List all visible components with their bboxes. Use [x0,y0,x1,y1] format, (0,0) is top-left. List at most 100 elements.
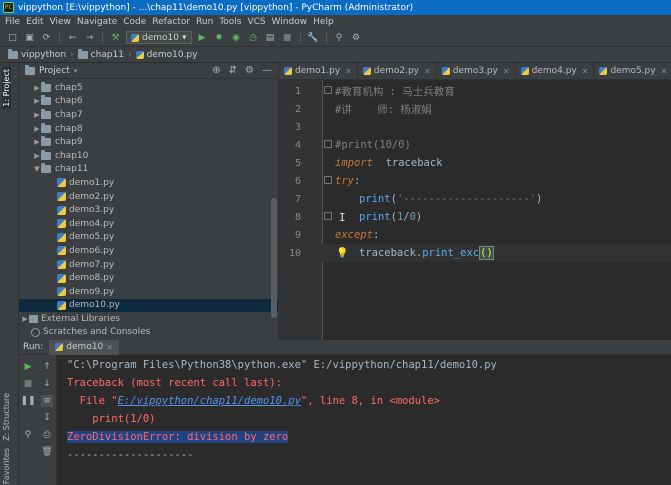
tree-folder-chap10[interactable]: ▶ chap10 [19,149,278,163]
code-line-3: 3 [279,118,671,136]
structure-tool-button[interactable]: Z: Structure [2,393,11,441]
chevron-down-icon[interactable]: ▼ [33,165,41,173]
tree-file-demo6[interactable]: demo6.py [19,244,278,258]
breadcrumb-item-vippython[interactable]: vippython [8,48,66,60]
fold-marker-icon[interactable] [324,140,332,148]
run-coverage-icon[interactable]: ◉ [230,31,243,44]
tree-file-demo4[interactable]: demo4.py [19,217,278,231]
open-folder-icon[interactable]: □ [6,31,19,44]
menu-code[interactable]: Code [120,17,149,27]
profile-icon[interactable]: ◷ [247,31,260,44]
trash-icon[interactable]: 🗑 [41,446,53,458]
tree-file-demo7[interactable]: demo7.py [19,258,278,272]
tree-scratches[interactable]: Scratches and Consoles [19,326,278,340]
fold-marker-icon[interactable] [324,212,332,220]
collapse-all-icon[interactable]: ⇵ [229,65,237,76]
tab-demo2[interactable]: demo2.py ✕ [358,63,437,79]
tab-demo1[interactable]: demo1.py ✕ [279,63,358,79]
run-tab-demo10[interactable]: demo10 ✕ [49,339,119,355]
tree-file-demo2[interactable]: demo2.py [19,190,278,204]
close-icon[interactable]: ✕ [106,343,113,352]
menu-edit[interactable]: Edit [23,17,46,27]
scroll-to-end-icon[interactable]: ↧ [41,412,53,424]
chevron-right-icon[interactable]: ▶ [33,111,41,119]
tree-folder-chap6[interactable]: ▶ chap6 [19,95,278,109]
tree-external-libraries[interactable]: ▶ External Libraries [19,312,278,326]
scroll-up-icon[interactable]: ↑ [41,361,53,373]
menu-view[interactable]: View [47,17,74,27]
vcs-icon[interactable]: ⚙ [350,31,363,44]
fold-marker-icon[interactable] [324,86,332,94]
console-output[interactable]: "C:\Program Files\Python38\python.exe" E… [59,355,671,485]
tab-demo5[interactable]: demo5.py ✕ [594,63,671,79]
soft-wrap-icon[interactable]: ≡ [41,395,53,407]
tab-demo4[interactable]: demo4.py ✕ [516,63,595,79]
hide-panel-icon[interactable]: — [262,65,272,76]
chevron-right-icon[interactable]: ▶ [33,84,41,92]
tree-file-demo9[interactable]: demo9.py [19,285,278,299]
chevron-right-icon[interactable]: ▶ [33,152,41,160]
project-tool-button[interactable]: 1: Project [2,67,11,109]
tree-folder-chap7[interactable]: ▶ chap7 [19,108,278,122]
tree-folder-chap9[interactable]: ▶ chap9 [19,135,278,149]
search-icon[interactable]: ⚲ [333,31,346,44]
gear-icon[interactable]: ⚙ [245,65,254,76]
tree-folder-chap5[interactable]: ▶ chap5 [19,81,278,95]
tree-folder-chap11[interactable]: ▼ chap11 [19,163,278,177]
pin-icon[interactable]: ⚲ [22,429,34,441]
tab-demo3[interactable]: demo3.py ✕ [437,63,516,79]
concurrency-icon[interactable]: ▤ [264,31,277,44]
sync-icon[interactable]: ⟳ [40,31,53,44]
console-file-link[interactable]: E:/vippython/chap11/demo10.py [118,395,301,407]
close-icon[interactable]: ✕ [582,67,589,76]
menu-file[interactable]: File [2,17,23,27]
menu-refactor[interactable]: Refactor [149,17,193,27]
back-arrow-icon[interactable]: ← [66,31,79,44]
tree-file-demo8[interactable]: demo8.py [19,271,278,285]
chevron-right-icon[interactable]: ▶ [33,97,41,105]
menu-navigate[interactable]: Navigate [74,17,120,27]
tree-folder-chap8[interactable]: ▶ chap8 [19,122,278,136]
run-config-select[interactable]: demo10 ▾ [126,31,192,44]
builtin-print: print [359,211,391,223]
chevron-down-icon[interactable]: ▾ [74,67,78,75]
menu-tools[interactable]: Tools [216,17,244,27]
run-icon[interactable]: ▶ [196,31,209,44]
code-editor[interactable]: demo1.py ✕ demo2.py ✕ demo3.py ✕ demo4.py ✕ … [278,63,671,340]
rerun-icon[interactable]: ▶ [22,361,34,373]
breadcrumb-item-chap11[interactable]: chap11 [77,48,124,60]
favorites-tool-button[interactable]: 2: Favorites [2,448,11,485]
tree-file-demo10[interactable]: demo10.py [19,298,278,313]
debug-icon[interactable]: ✸ [213,31,226,44]
chevron-right-icon[interactable]: ▶ [33,125,41,133]
stop-icon[interactable]: ■ [281,31,294,44]
settings-wrench-icon[interactable]: 🔧 [307,31,320,44]
stop-icon[interactable]: ■ [22,378,34,390]
console-error-message: ZeroDivisionError: division by zero [67,431,289,443]
pause-icon[interactable]: ❚❚ [20,395,35,407]
print-icon[interactable]: ⎙ [41,429,53,441]
menu-vcs[interactable]: VCS [244,17,268,27]
project-view-select[interactable]: Project [39,66,70,76]
close-icon[interactable]: ✕ [503,67,510,76]
scroll-down-icon[interactable]: ↓ [41,378,53,390]
menu-help[interactable]: Help [310,17,337,27]
locate-target-icon[interactable]: ⊕ [212,65,220,76]
build-hammer-icon[interactable]: ⚒ [109,31,122,44]
close-icon[interactable]: ✕ [661,67,668,76]
close-icon[interactable]: ✕ [424,67,431,76]
fold-marker-icon[interactable] [324,176,332,184]
forward-arrow-icon[interactable]: → [83,31,96,44]
tree-file-demo1[interactable]: demo1.py [19,176,278,190]
project-scrollbar[interactable] [271,198,277,318]
tree-file-demo5[interactable]: demo5.py [19,231,278,245]
breadcrumb-item-demo10[interactable]: demo10.py [135,50,197,60]
save-all-icon[interactable]: ▣ [23,31,36,44]
menu-window[interactable]: Window [269,17,311,27]
chevron-right-icon[interactable]: ▶ [33,138,41,146]
tree-file-demo3[interactable]: demo3.py [19,203,278,217]
close-icon[interactable]: ✕ [345,67,352,76]
menu-run[interactable]: Run [193,17,216,27]
chevron-right-icon[interactable]: ▶ [21,315,29,323]
lightbulb-icon[interactable]: 💡 [336,248,348,259]
